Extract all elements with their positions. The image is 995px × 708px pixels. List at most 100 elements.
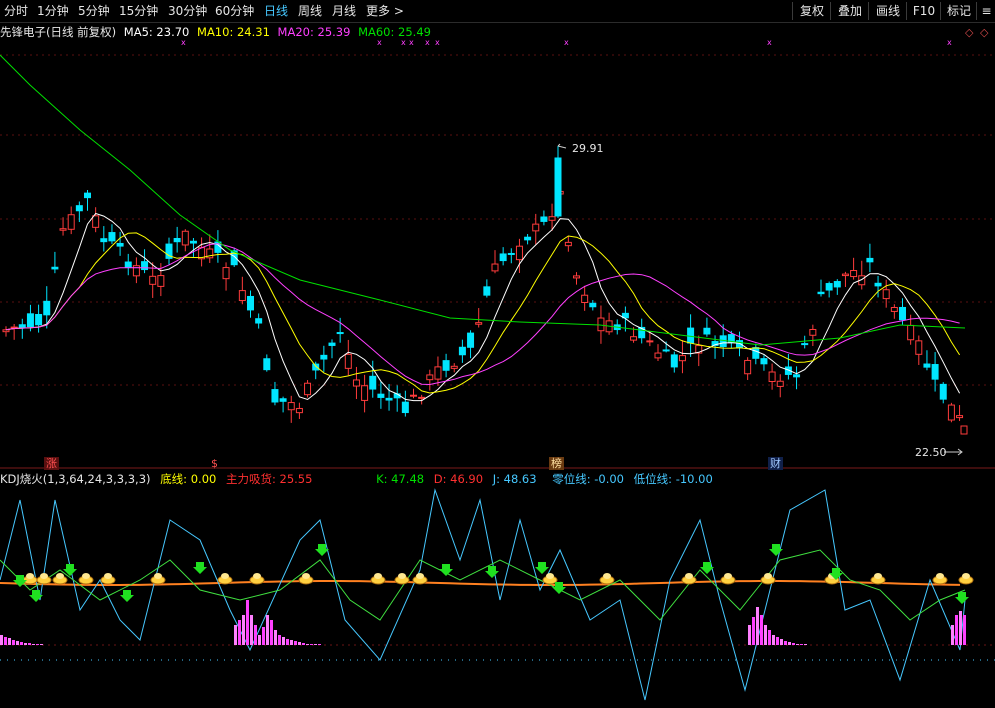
candle: [385, 397, 393, 401]
candle: [833, 281, 841, 288]
candle: [581, 294, 589, 304]
top-x-marker: x: [564, 38, 569, 47]
candle: [947, 404, 955, 421]
absorb-bar: [318, 644, 321, 645]
absorb-bar: [234, 625, 237, 645]
candle: [287, 402, 295, 411]
candle: [899, 306, 906, 321]
absorb-bar: [788, 642, 791, 645]
candle: [434, 366, 442, 380]
marker-zhang[interactable]: 涨: [44, 457, 59, 470]
candle: [483, 286, 491, 296]
high-price-label: 29.91: [572, 142, 604, 155]
low-arrow: [944, 448, 963, 456]
candle: [678, 355, 686, 362]
kline-chart[interactable]: 29.9122.50x x x x x x x x x: [0, 0, 995, 708]
absorb-bar: [266, 615, 269, 645]
candle: [475, 322, 483, 325]
candle: [646, 340, 654, 343]
absorb-bar: [242, 615, 245, 645]
candle: [84, 192, 91, 199]
candle: [149, 275, 157, 285]
candle: [841, 273, 849, 277]
candle: [458, 346, 466, 356]
candle: [377, 393, 385, 398]
candle: [328, 342, 336, 346]
absorb-bar: [262, 627, 265, 645]
absorb-bar: [274, 630, 277, 645]
candle: [320, 354, 328, 360]
candle: [960, 425, 968, 435]
gold-ingot-icon: [302, 573, 310, 579]
gold-ingot-icon: [56, 573, 64, 579]
candle: [124, 261, 132, 268]
green-arrow-icon: [120, 590, 134, 602]
candle: [344, 353, 352, 369]
candle: [2, 329, 10, 333]
candle: [548, 216, 556, 221]
high-arrow: [557, 143, 567, 149]
absorb-bar: [8, 638, 11, 645]
gold-ingot-icon: [253, 573, 261, 579]
absorb-bar: [36, 644, 39, 645]
absorb-bar: [768, 630, 771, 645]
candle: [75, 205, 83, 212]
marker-bang[interactable]: 榜: [549, 457, 564, 470]
candle: [401, 401, 409, 414]
candle: [238, 290, 246, 302]
top-x-marker: x: [181, 38, 186, 47]
green-arrow-icon: [955, 592, 969, 604]
gold-ingot-icon: [40, 573, 48, 579]
candle: [939, 383, 947, 400]
candle: [597, 317, 605, 332]
candle: [507, 252, 515, 255]
candle: [760, 358, 768, 365]
gold-ingot-icon: [374, 573, 382, 579]
absorb-bar: [282, 637, 285, 645]
absorb-bar: [298, 642, 301, 645]
candle: [18, 324, 26, 328]
top-x-marker: x: [767, 38, 772, 47]
top-x-marker: x: [409, 38, 414, 47]
top-x-marker: x: [425, 38, 430, 47]
candle: [524, 236, 532, 241]
candle: [540, 216, 548, 222]
gold-ingot-icon: [398, 573, 406, 579]
candle: [442, 360, 450, 371]
absorb-bar: [772, 635, 775, 645]
candle: [752, 347, 760, 359]
gold-ingot-icon: [26, 573, 34, 579]
candle: [26, 313, 34, 328]
candle: [515, 245, 523, 261]
candle: [67, 214, 75, 230]
candle: [850, 270, 858, 278]
candle: [670, 354, 678, 368]
candle: [630, 336, 638, 341]
candle: [369, 375, 377, 390]
green-arrow-icon: [535, 562, 549, 574]
gold-ingot-icon: [546, 573, 554, 579]
top-x-marker: x: [435, 38, 440, 47]
candle: [573, 275, 580, 279]
top-x-marker: x: [377, 38, 382, 47]
candle: [662, 349, 670, 352]
absorb-bar: [254, 625, 257, 645]
absorb-bar: [238, 620, 241, 645]
gold-ingot-icon: [724, 573, 732, 579]
candle: [532, 223, 540, 232]
marker-cai[interactable]: 财: [768, 457, 783, 470]
candle: [43, 300, 51, 316]
absorb-bar: [784, 641, 787, 645]
absorb-bar: [258, 635, 261, 645]
candle: [776, 380, 784, 387]
candle: [491, 263, 499, 272]
zero-position-line: [0, 579, 961, 587]
candle: [352, 379, 360, 387]
candle: [108, 232, 116, 242]
absorb-bar: [780, 639, 783, 645]
candle: [410, 394, 417, 397]
marker-dollar[interactable]: $: [209, 457, 220, 470]
gold-ingot-icon: [154, 573, 162, 579]
gold-ingot-icon: [221, 573, 229, 579]
green-arrow-icon: [193, 562, 207, 574]
